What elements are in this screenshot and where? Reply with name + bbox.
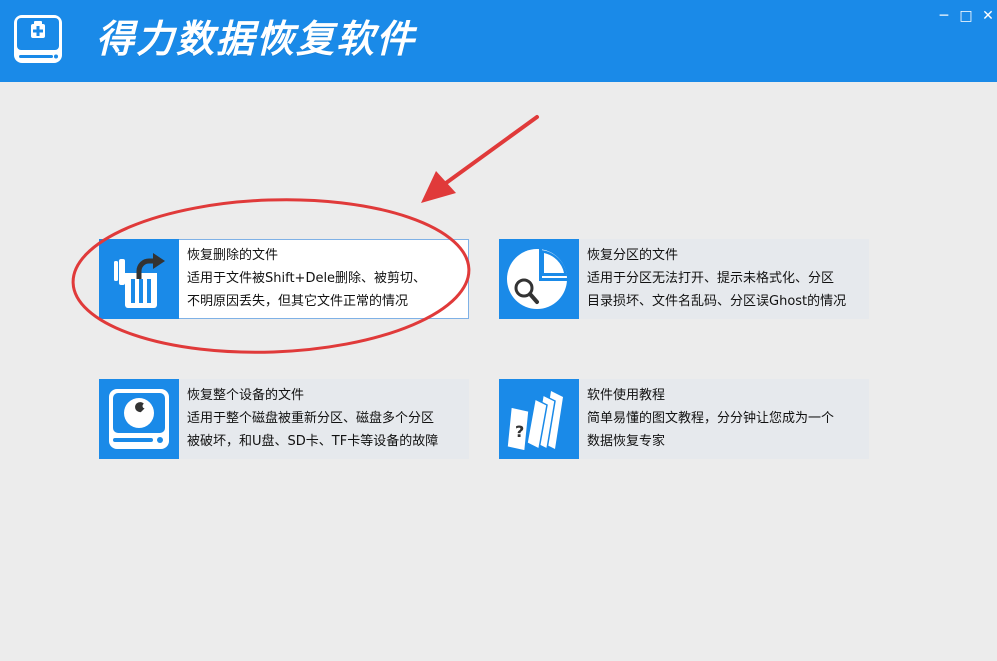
red-arrow <box>421 115 539 203</box>
card-title: 软件使用教程 <box>587 388 666 403</box>
card-desc-line1: 适用于文件被Shift+Dele删除、被剪切、 <box>187 271 427 286</box>
svg-text:?: ? <box>515 422 524 441</box>
card-title: 恢复分区的文件 <box>587 248 679 263</box>
card-desc-line2: 不明原因丢失，但其它文件正常的情况 <box>187 294 409 309</box>
card-desc-line1: 适用于分区无法打开、提示未格式化、分区 <box>587 271 835 286</box>
close-button[interactable]: ✕ <box>980 8 996 24</box>
annotation-overlay <box>71 115 539 354</box>
disk-repair-icon <box>99 379 179 459</box>
card-title: 恢复整个设备的文件 <box>187 388 305 403</box>
tutorial-pages-icon: ? <box>499 379 579 459</box>
card-recover-deleted[interactable]: 恢复删除的文件 适用于文件被Shift+Dele删除、被剪切、 不明原因丢失，但… <box>99 239 469 319</box>
card-desc-line2: 数据恢复专家 <box>587 434 666 449</box>
partition-search-icon <box>499 239 579 319</box>
minimize-button[interactable]: ─ <box>936 8 952 24</box>
card-tutorial[interactable]: ? 软件使用教程 简单易懂的图文教程，分分钟让您成为一个 数据恢复专家 <box>499 379 869 459</box>
card-desc-line2: 目录损坏、文件名乱码、分区误Ghost的情况 <box>587 294 847 309</box>
trash-restore-icon <box>99 239 179 319</box>
title-bar: 得力数据恢复软件 ─ □ ✕ <box>0 0 997 82</box>
card-desc-line1: 简单易懂的图文教程，分分钟让您成为一个 <box>587 411 835 426</box>
card-recover-partition[interactable]: 恢复分区的文件 适用于分区无法打开、提示未格式化、分区 目录损坏、文件名乱码、分… <box>499 239 869 319</box>
maximize-button[interactable]: □ <box>958 8 974 24</box>
card-title: 恢复删除的文件 <box>187 248 279 263</box>
card-recover-device[interactable]: 恢复整个设备的文件 适用于整个磁盘被重新分区、磁盘多个分区 被破坏，和U盘、SD… <box>99 379 469 459</box>
card-desc-line2: 被破坏，和U盘、SD卡、TF卡等设备的故障 <box>187 434 439 449</box>
drive-medical-icon <box>14 15 62 63</box>
card-desc-line1: 适用于整个磁盘被重新分区、磁盘多个分区 <box>187 411 435 426</box>
app-title: 得力数据恢复软件 <box>96 17 417 61</box>
